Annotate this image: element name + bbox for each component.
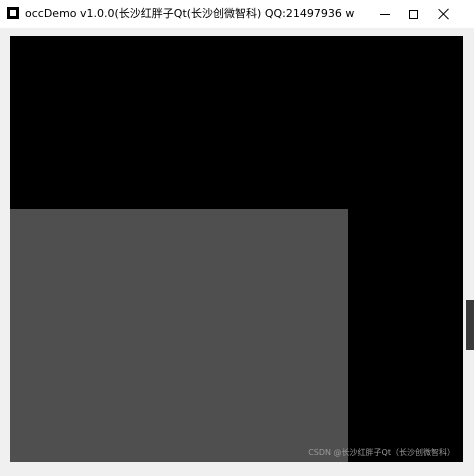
close-button[interactable] <box>421 0 467 28</box>
app-window: occDemo v1.0.0(长沙红胖子Qt(长沙创微智科) QQ:214979… <box>0 0 474 476</box>
maximize-icon <box>408 9 418 19</box>
minimize-icon <box>380 13 390 15</box>
close-icon <box>438 8 450 20</box>
watermark: CSDN @长沙红胖子Qt（长沙创微智科） <box>308 448 455 457</box>
app-icon <box>7 7 19 19</box>
rendered-shape <box>10 209 348 462</box>
background-window-edge <box>466 300 474 350</box>
title-bar[interactable]: occDemo v1.0.0(长沙红胖子Qt(长沙创微智科) QQ:214979… <box>0 0 474 28</box>
window-title: occDemo v1.0.0(长沙红胖子Qt(长沙创微智科) QQ:214979… <box>25 7 355 20</box>
3d-viewport[interactable]: CSDN @长沙红胖子Qt（长沙创微智科） <box>10 36 463 462</box>
